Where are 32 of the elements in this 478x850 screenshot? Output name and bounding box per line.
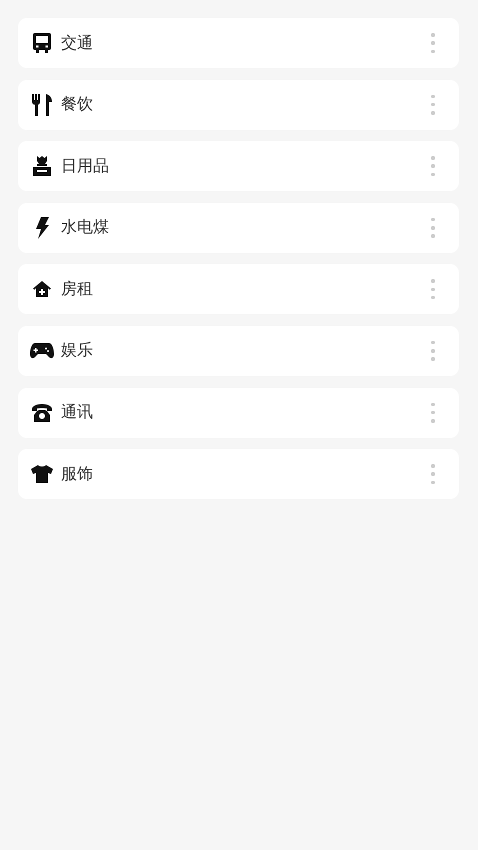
category-label: 通讯 bbox=[61, 402, 94, 424]
gamepad-icon bbox=[30, 342, 54, 359]
more-icon[interactable] bbox=[431, 156, 435, 176]
telephone-icon bbox=[32, 404, 52, 422]
more-icon[interactable] bbox=[431, 218, 435, 238]
more-icon[interactable] bbox=[431, 33, 435, 53]
more-icon[interactable] bbox=[431, 279, 435, 300]
category-label: 房租 bbox=[61, 278, 94, 300]
category-label: 交通 bbox=[61, 32, 94, 54]
lightning-icon bbox=[35, 216, 49, 239]
category-card[interactable]: 水电煤 bbox=[18, 202, 459, 253]
t-shirt-icon bbox=[31, 465, 53, 484]
more-icon[interactable] bbox=[431, 340, 435, 361]
category-card[interactable]: 交通 bbox=[18, 18, 459, 68]
tissue-box-icon bbox=[32, 156, 52, 176]
category-card[interactable]: 餐饮 bbox=[18, 80, 459, 130]
category-label: 日用品 bbox=[61, 156, 110, 177]
more-icon[interactable] bbox=[431, 464, 435, 484]
category-card[interactable]: 娱乐 bbox=[18, 326, 459, 376]
category-card[interactable]: 通讯 bbox=[18, 388, 459, 438]
category-card[interactable]: 日用品 bbox=[18, 141, 459, 192]
category-label: 娱乐 bbox=[61, 340, 94, 362]
bus-icon bbox=[33, 33, 51, 53]
category-label: 餐饮 bbox=[61, 94, 94, 116]
house-icon bbox=[33, 281, 51, 298]
category-card[interactable]: 房租 bbox=[18, 264, 459, 314]
cutlery-icon bbox=[31, 94, 53, 116]
category-card[interactable]: 服饰 bbox=[18, 449, 459, 500]
more-icon[interactable] bbox=[431, 94, 435, 115]
category-label: 水电煤 bbox=[61, 217, 110, 238]
more-icon[interactable] bbox=[431, 402, 435, 423]
category-label: 服饰 bbox=[61, 464, 94, 485]
